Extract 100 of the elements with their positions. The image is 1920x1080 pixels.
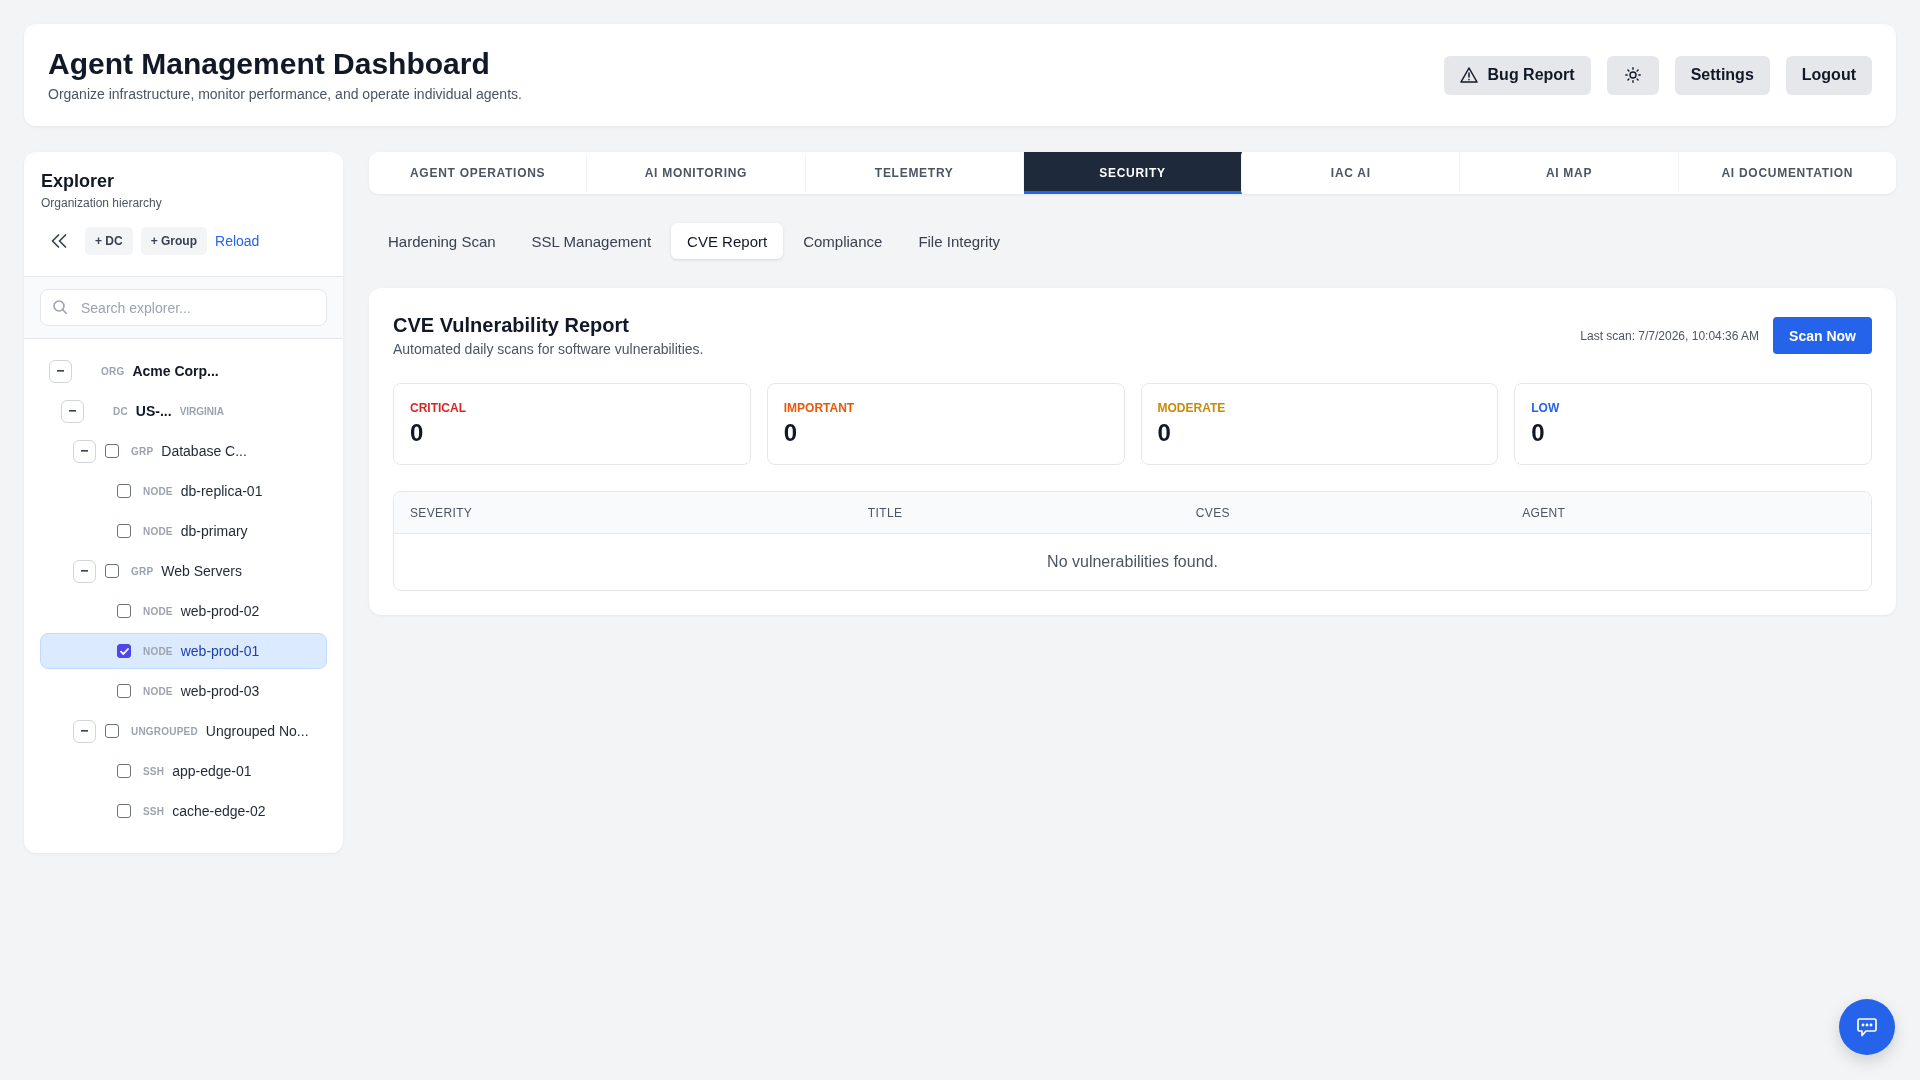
report-title: CVE Vulnerability Report — [393, 313, 630, 338]
add-button[interactable]: + Group — [140, 227, 208, 255]
minus-icon — [69, 410, 76, 412]
column-header: CVES — [1195, 505, 1230, 520]
item-name: app-edge-01 — [172, 763, 252, 779]
type-label: SSH — [143, 765, 165, 777]
checkbox[interactable] — [117, 804, 131, 818]
tab[interactable]: AI MAP — [1460, 152, 1679, 194]
stat-label: LOW — [1531, 400, 1561, 416]
item-name: Acme Corp... — [132, 363, 219, 379]
tree-row[interactable]: ORG Acme Corp... — [40, 353, 327, 389]
tab[interactable]: IAC AI — [1242, 152, 1461, 194]
checkbox[interactable] — [117, 484, 131, 498]
subtab[interactable]: Compliance — [787, 223, 899, 259]
checkbox[interactable] — [105, 564, 119, 578]
scan-now-button[interactable]: Scan Now — [1773, 317, 1872, 354]
collapse-toggle[interactable] — [73, 559, 96, 583]
type-label: NODE — [143, 685, 173, 697]
tab[interactable]: AI DOCUMENTATION — [1678, 152, 1896, 194]
tree-row[interactable]: DC US-... VIRGINIA — [40, 393, 327, 429]
column-header: SEVERITY — [410, 505, 473, 520]
type-label: GRP — [131, 445, 154, 457]
subtab[interactable]: File Integrity — [902, 223, 1017, 259]
type-label: GRP — [131, 565, 154, 577]
tree-row[interactable]: SSH cache-edge-02 — [40, 793, 327, 829]
page-title: Agent Management Dashboard — [48, 46, 491, 82]
settings-button[interactable]: Settings — [1674, 55, 1770, 95]
stat-label: MODERATE — [1157, 400, 1227, 416]
checkbox[interactable] — [117, 684, 131, 698]
checkbox[interactable] — [117, 764, 131, 778]
item-name: db-primary — [180, 523, 248, 539]
tree-row[interactable]: NODE db-primary — [40, 513, 327, 549]
type-label: DC — [113, 405, 128, 417]
item-name: Web Servers — [161, 563, 242, 579]
sun-icon — [1624, 67, 1641, 83]
region-label: VIRGINIA — [179, 405, 225, 417]
page-subtitle: Organize infrastructure, monitor performance, and operate individual agents. — [48, 85, 522, 104]
explorer-subtitle: Organization hierarchy — [41, 195, 163, 211]
last-scan-text: Last scan: 7/7/2026, 10:04:36 AM — [1580, 328, 1760, 343]
stat-value: 0 — [1157, 418, 1172, 448]
minus-icon — [57, 370, 64, 372]
bug-report-button[interactable]: Bug Report — [1443, 55, 1591, 95]
item-name: db-replica-01 — [180, 483, 263, 499]
type-label: SSH — [143, 805, 165, 817]
tab[interactable]: AGENT OPERATIONS — [369, 152, 588, 194]
tab[interactable]: SECURITY — [1023, 152, 1243, 194]
subtab[interactable]: Hardening Scan — [372, 223, 512, 259]
column-header: AGENT — [1522, 505, 1566, 520]
minus-icon — [81, 570, 88, 572]
chat-button[interactable] — [1839, 999, 1895, 1055]
collapse-toggle[interactable] — [61, 399, 84, 423]
tab[interactable]: AI MONITORING — [587, 152, 806, 194]
collapse-toggle[interactable] — [73, 439, 96, 463]
theme-toggle-button[interactable] — [1606, 55, 1659, 95]
tree-row[interactable]: GRP Web Servers — [40, 553, 327, 589]
collapse-toggle[interactable] — [49, 359, 72, 383]
tab[interactable]: TELEMETRY — [805, 152, 1024, 194]
minus-icon — [81, 450, 88, 452]
checkmark-icon — [119, 647, 129, 655]
stat-label: CRITICAL — [410, 400, 467, 416]
checkbox[interactable] — [117, 644, 131, 658]
double-chevron-icon — [51, 234, 67, 248]
type-label: NODE — [143, 525, 173, 537]
checkbox[interactable] — [117, 604, 131, 618]
tree-row[interactable]: NODE db-replica-01 — [40, 473, 327, 509]
item-name: cache-edge-02 — [172, 803, 266, 819]
logout-button[interactable]: Logout — [1785, 55, 1872, 95]
empty-message: No vulnerabilities found. — [1047, 553, 1218, 571]
stat-value: 0 — [410, 418, 425, 448]
item-name: web-prod-01 — [180, 643, 260, 659]
explorer-title: Explorer — [41, 170, 116, 193]
item-name: Ungrouped No... — [205, 723, 309, 739]
tree-row[interactable]: UNGROUPED Ungrouped No... — [40, 713, 327, 749]
stat-label: IMPORTANT — [783, 400, 856, 416]
type-label: NODE — [143, 645, 173, 657]
subtab[interactable]: SSL Management — [515, 223, 668, 259]
item-name: web-prod-02 — [180, 603, 260, 619]
tree-row[interactable]: SSH app-edge-01 — [40, 753, 327, 789]
tree-row[interactable]: NODE web-prod-02 — [40, 593, 327, 629]
checkbox[interactable] — [105, 444, 119, 458]
checkbox[interactable] — [117, 524, 131, 538]
tree-row[interactable]: NODE web-prod-03 — [40, 673, 327, 709]
stat-value: 0 — [1531, 418, 1546, 448]
search-field[interactable]: Search explorer... — [40, 289, 327, 326]
type-label: NODE — [143, 485, 173, 497]
checkbox[interactable] — [105, 724, 119, 738]
column-header: TITLE — [867, 505, 903, 520]
add-button[interactable]: + DC — [85, 227, 133, 255]
item-name: web-prod-03 — [180, 683, 260, 699]
stat-value: 0 — [783, 418, 799, 448]
type-label: ORG — [101, 365, 125, 377]
item-name: US-... — [135, 403, 172, 419]
reload-link[interactable]: Reload — [215, 233, 260, 249]
item-name: Database C... — [161, 443, 247, 459]
subtab[interactable]: CVE Report — [671, 223, 784, 259]
type-label: NODE — [143, 605, 173, 617]
search-icon — [53, 300, 67, 314]
tree-row[interactable]: NODE web-prod-01 — [40, 633, 327, 669]
tree-row[interactable]: GRP Database C... — [40, 433, 327, 469]
collapse-toggle[interactable] — [73, 719, 96, 743]
